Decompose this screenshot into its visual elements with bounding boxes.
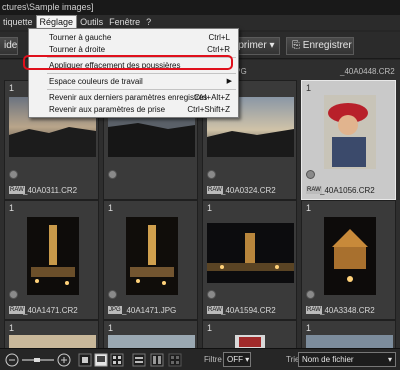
dropdown-arrow-icon: ▾ (269, 40, 275, 51)
thumb-filename: _40A1056.CR2 (320, 186, 375, 195)
menu-item-rotate-right[interactable]: Tourner à droite Ctrl+R (29, 44, 238, 55)
rating-flag-icon: 1 (108, 203, 114, 213)
status-circle-icon (108, 290, 117, 299)
save-icon: ⎘ (292, 40, 300, 51)
status-circle-icon (9, 170, 18, 179)
toolbar-left-label: ide (4, 40, 18, 51)
child-portrait-thumbnail (324, 95, 376, 169)
app-window: ctures\Sample images] tiquette Réglage Out… (0, 0, 400, 370)
photo-thumbnail (108, 335, 195, 348)
night-harbor-thumbnail (207, 223, 294, 283)
rating-flag-icon: 1 (9, 323, 15, 333)
window-title: ctures\Sample images] (0, 0, 400, 15)
thumbnail-cell[interactable]: 1 RAW _40A1594.CR2 (202, 200, 297, 320)
menu-separator (47, 89, 236, 90)
thumb-filename: _40A1594.CR2 (221, 306, 276, 315)
rating-flag-icon: 1 (207, 203, 213, 213)
chevron-down-icon: ▾ (387, 355, 392, 364)
status-circle-icon (207, 290, 216, 299)
grid-view-icon[interactable] (168, 353, 182, 367)
status-circle-icon (306, 290, 315, 299)
rating-flag-icon: 1 (207, 323, 213, 333)
thumbnail-cell[interactable]: 1 (4, 320, 99, 348)
thumb-filename: _40A1471.JPG (122, 306, 177, 315)
thumb-filename: _40A0324.CR2 (221, 186, 276, 195)
rating-flag-icon: 1 (306, 83, 312, 93)
photo-thumbnail (306, 335, 393, 348)
night-carousel-thumbnail (324, 217, 376, 295)
chevron-down-icon: ▾ (245, 355, 250, 364)
sort-value: Nom de fichier (302, 355, 354, 364)
rating-flag-icon: 1 (306, 323, 312, 333)
menu-item-revert-shot[interactable]: Revenir aux paramètres de prise Ctrl+Shif… (29, 104, 238, 115)
rating-flag-icon: 1 (9, 203, 15, 213)
status-circle-icon (306, 170, 315, 179)
status-circle-icon (108, 170, 117, 179)
thumb-filename: _40A1471.CR2 (23, 306, 78, 315)
night-city-thumbnail (126, 217, 178, 295)
view-grid-icon[interactable] (110, 353, 124, 367)
filter-dropdown[interactable]: OFF ▾ (223, 352, 251, 367)
night-city-thumbnail (27, 217, 79, 295)
rating-flag-icon: 1 (108, 323, 114, 333)
thumbnail-cell-selected[interactable]: 1 RAW _40A1056.CR2 (301, 80, 396, 200)
status-bar: Filtre OFF ▾ Trier Nom de fichier ▾ (0, 348, 400, 370)
menu-item-rotate-left[interactable]: Tourner à gauche Ctrl+L (29, 32, 238, 43)
view-large-icon[interactable] (94, 353, 108, 367)
photo-thumbnail (9, 335, 96, 348)
filter-value: OFF (227, 355, 243, 364)
save-button[interactable]: ⎘ Enregistrer (286, 37, 354, 55)
thumb-name-top-4: _40A0448.CR2 (340, 67, 395, 76)
view-single-icon[interactable] (78, 353, 92, 367)
thumbnail-cell[interactable]: 1 RAW _40A1471.CR2 (4, 200, 99, 320)
toolbar-left-button[interactable]: ide (0, 37, 18, 55)
reglage-dropdown-menu: Tourner à gauche Ctrl+L Tourner à droite C… (28, 28, 239, 118)
zoom-in-icon[interactable] (57, 353, 71, 367)
thumbnail-cell[interactable]: 1 RAW _40A3348.CR2 (301, 200, 396, 320)
thumb-filename: _40A0311.CR2 (23, 186, 78, 195)
filter-label: Filtre (204, 355, 222, 364)
rating-flag-icon: 1 (306, 203, 312, 213)
thumbnail-cell[interactable]: 1 (103, 320, 198, 348)
submenu-arrow-icon: ▶ (226, 78, 232, 85)
save-label: Enregistrer (302, 40, 352, 51)
thumb-filename: _40A3348.CR2 (320, 306, 375, 315)
thumbnail-cell[interactable]: 1 (202, 320, 297, 348)
menu-separator (47, 73, 236, 74)
file-type-badge: JPG (108, 306, 122, 314)
zoom-out-icon[interactable] (5, 353, 19, 367)
thumbnail-cell[interactable]: 1 JPG _40A1471.JPG (103, 200, 198, 320)
zoom-slider[interactable] (22, 358, 54, 362)
highlight-annotation (23, 55, 233, 70)
thumbnail-cell[interactable]: 1 (301, 320, 396, 348)
photo-thumbnail (235, 335, 265, 348)
rating-flag-icon: 1 (9, 83, 15, 93)
status-circle-icon (207, 170, 216, 179)
compare-icon[interactable] (150, 353, 164, 367)
menu-item-working-color-space[interactable]: Espace couleurs de travail ▶ (29, 76, 238, 87)
raw-jpg-icon[interactable] (132, 353, 146, 367)
sort-dropdown[interactable]: Nom de fichier ▾ (298, 352, 396, 367)
menu-item-revert-saved[interactable]: Revenir aux derniers paramètres enregist… (29, 92, 238, 103)
status-circle-icon (9, 290, 18, 299)
